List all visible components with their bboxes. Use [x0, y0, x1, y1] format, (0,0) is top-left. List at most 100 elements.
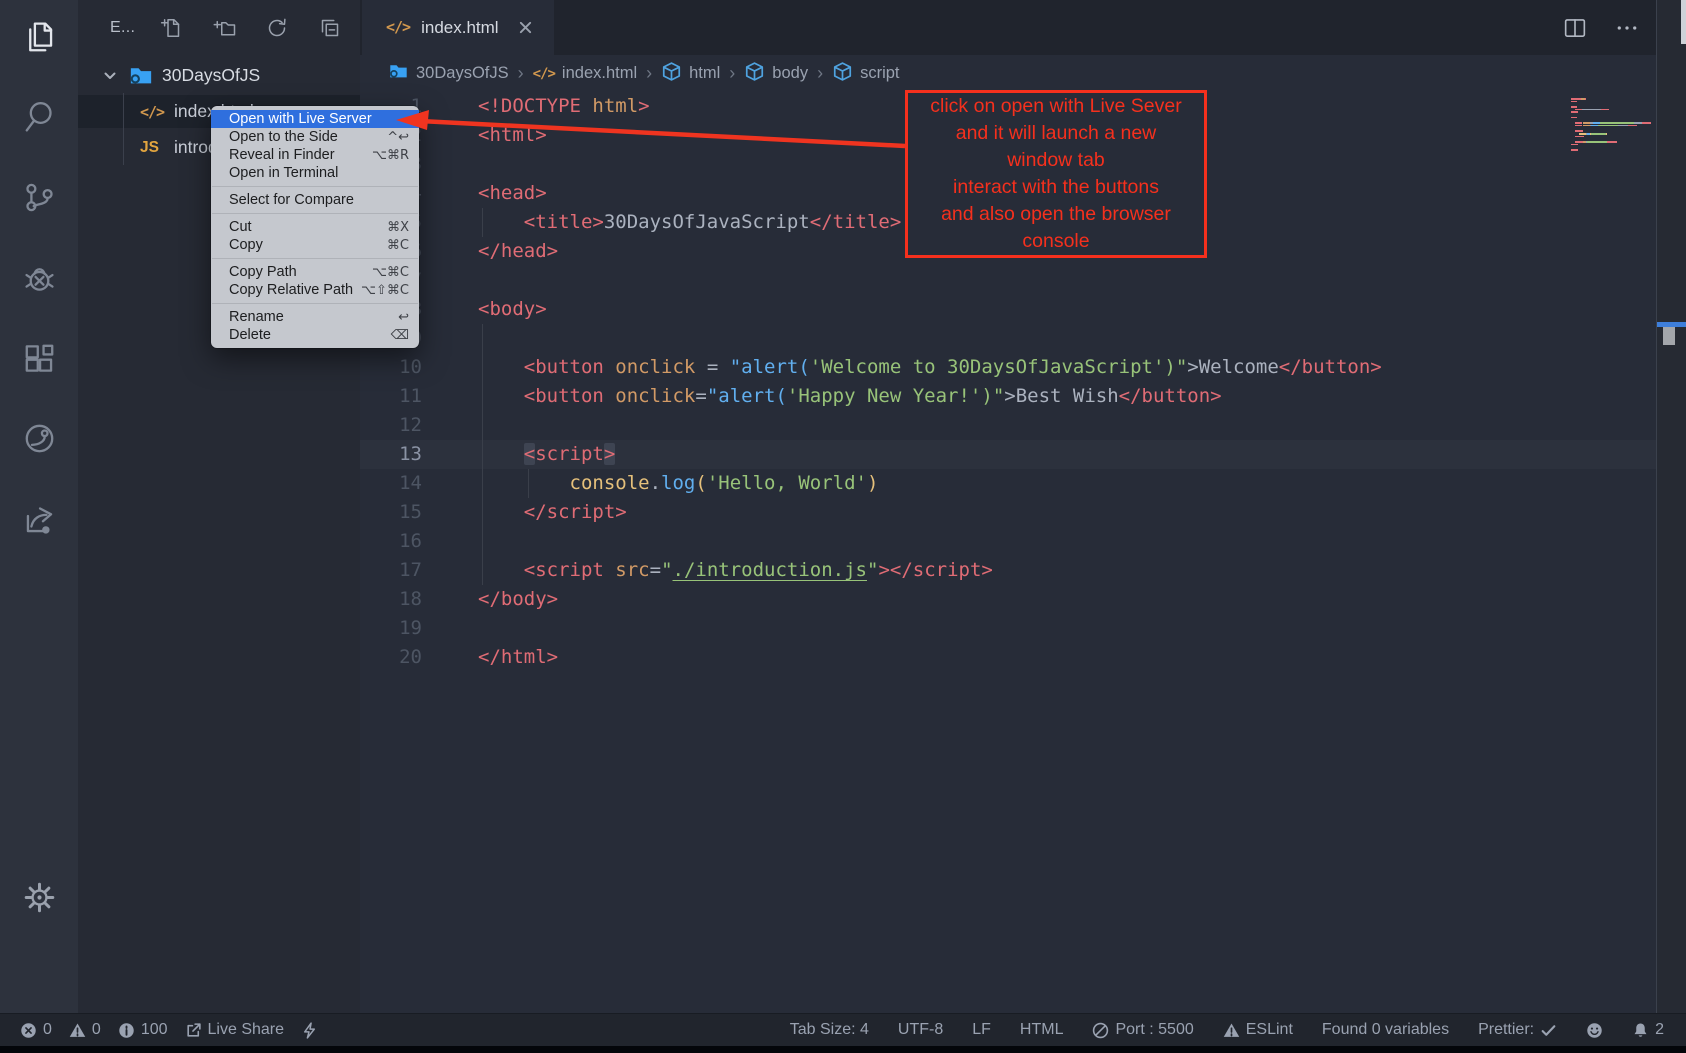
debug-icon [21, 260, 58, 302]
status-live-share[interactable]: Live Share [185, 1021, 285, 1039]
activity-bar [0, 0, 78, 1013]
code-line-20[interactable]: 20</html> [360, 643, 1656, 672]
code-line-13[interactable]: 13 <script> [360, 440, 1656, 469]
status-left: 0 0 100 Live Share [0, 1021, 318, 1039]
share-icon [21, 501, 58, 543]
html-file-icon: </> [386, 18, 410, 37]
breadcrumb-body[interactable]: body [744, 61, 808, 87]
status-errors[interactable]: 0 [20, 1021, 52, 1039]
status-tab-size[interactable]: Tab Size: 4 [790, 1021, 869, 1039]
status-warnings[interactable]: 0 [69, 1021, 101, 1039]
menu-item-copy-relative-path[interactable]: Copy Relative Path ⌥⇧⌘C [211, 281, 419, 299]
status-encoding[interactable]: UTF-8 [898, 1021, 943, 1039]
code-line-16[interactable]: 16 [360, 527, 1656, 556]
more-actions-icon[interactable] [1614, 15, 1640, 41]
gear-icon [21, 879, 58, 921]
search-icon [21, 98, 58, 140]
warning-icon [69, 1022, 86, 1039]
refresh-explorer-button[interactable] [265, 16, 289, 40]
menu-separator [212, 303, 418, 304]
code-line-11[interactable]: 11 <button onclick="alert('Happy New Yea… [360, 382, 1656, 411]
menu-item-reveal-in-finder[interactable]: Reveal in Finder ⌥⌘R [211, 146, 419, 164]
code-line-15[interactable]: 15 </script> [360, 498, 1656, 527]
activity-extensions[interactable] [0, 339, 78, 383]
code-line-19[interactable]: 19 [360, 614, 1656, 643]
activity-run-debug[interactable] [0, 259, 78, 303]
status-feedback[interactable] [1586, 1022, 1603, 1039]
menu-shortcut: ⌥⌘R [372, 148, 409, 163]
menu-item-copy-path[interactable]: Copy Path ⌥⌘C [211, 263, 419, 281]
activity-live-share[interactable] [0, 419, 78, 463]
annotation-text-line: and it will launch a new [908, 120, 1204, 147]
symbol-cube-icon [832, 61, 853, 87]
new-folder-button[interactable] [212, 16, 236, 40]
chevron-down-icon [102, 68, 118, 84]
window-bottom-edge [0, 1046, 1686, 1053]
breadcrumb-30DaysOfJS[interactable]: 30DaysOfJS [388, 61, 509, 87]
live-share-circle-icon [21, 420, 58, 462]
menu-item-delete[interactable]: Delete ⌫ [211, 326, 419, 344]
status-bolt[interactable] [301, 1022, 318, 1039]
status-eol[interactable]: LF [972, 1021, 991, 1039]
menu-item-select-for-compare[interactable]: Select for Compare [211, 191, 419, 209]
code-line-10[interactable]: 10 <button onclick = "alert('Welcome to … [360, 353, 1656, 382]
code-line-17[interactable]: 17 <script src="./introduction.js"></scr… [360, 556, 1656, 585]
activity-explorer[interactable] [0, 18, 78, 62]
menu-item-copy[interactable]: Copy ⌘C [211, 236, 419, 254]
status-port[interactable]: Port : 5500 [1092, 1021, 1193, 1039]
status-prettier[interactable]: Prettier: [1478, 1021, 1557, 1039]
menu-separator [212, 213, 418, 214]
breadcrumb-separator: › [817, 63, 823, 84]
annotation-text-line: and also open the browser [908, 201, 1204, 228]
context-menu: Open with Live Server Open to the Side ^… [211, 106, 419, 348]
tab-close-icon[interactable] [518, 20, 533, 35]
minimap[interactable] [1571, 98, 1656, 152]
annotation-box: click on open with Live Severand it will… [905, 90, 1207, 258]
code-line-9[interactable]: 9 [360, 324, 1656, 353]
menu-item-rename[interactable]: Rename ↩ [211, 308, 419, 326]
menu-shortcut: ⌫ [391, 328, 409, 343]
tab-label: index.html [421, 18, 498, 38]
activity-share[interactable] [0, 500, 78, 544]
status-language-mode[interactable]: HTML [1020, 1021, 1064, 1039]
folder-row-root[interactable]: 30DaysOfJS [78, 59, 360, 92]
activity-settings[interactable] [0, 878, 78, 922]
editor-actions [1562, 0, 1656, 55]
new-file-button[interactable] [159, 16, 183, 40]
files-icon [21, 19, 58, 61]
code-line-18[interactable]: 18</body> [360, 585, 1656, 614]
breadcrumb-index-html[interactable]: </>index.html [533, 64, 638, 83]
activity-search[interactable] [0, 97, 78, 141]
eslint-icon [1223, 1022, 1240, 1039]
status-notifications[interactable]: 2 [1632, 1021, 1664, 1039]
status-eslint[interactable]: ESLint [1223, 1021, 1293, 1039]
menu-item-open-to-the-side[interactable]: Open to the Side ^↩ [211, 128, 419, 146]
code-line-7[interactable]: 7 [360, 266, 1656, 295]
annotation-text-line: click on open with Live Sever [908, 93, 1204, 120]
split-editor-icon[interactable] [1562, 15, 1588, 41]
menu-item-open-in-terminal[interactable]: Open in Terminal [211, 164, 419, 182]
code-line-12[interactable]: 12 [360, 411, 1656, 440]
activity-source-control[interactable] [0, 178, 78, 222]
refresh-icon [265, 16, 289, 40]
breadcrumb-script[interactable]: script [832, 61, 899, 87]
breadcrumb-html[interactable]: html [661, 61, 720, 87]
menu-separator [212, 186, 418, 187]
status-info[interactable]: 100 [118, 1021, 168, 1039]
menu-item-open-with-live-server[interactable]: Open with Live Server [211, 110, 419, 128]
breadcrumb-separator: › [729, 63, 735, 84]
extensions-icon [21, 340, 58, 382]
code-tag-icon: </> [140, 103, 174, 121]
code-line-8[interactable]: 8<body> [360, 295, 1656, 324]
port-icon [1092, 1022, 1109, 1039]
status-variables[interactable]: Found 0 variables [1322, 1021, 1449, 1039]
collapse-folders-button[interactable] [318, 16, 342, 40]
info-icon [118, 1022, 135, 1039]
live-share-icon [185, 1022, 202, 1039]
menu-item-cut[interactable]: Cut ⌘X [211, 218, 419, 236]
status-right: Tab Size: 4 UTF-8 LF HTML Port : 5500 ES… [790, 1021, 1686, 1039]
tab-index-html[interactable]: </> index.html [362, 0, 554, 55]
tree-indent-guide [123, 93, 124, 165]
code-line-14[interactable]: 14 console.log('Hello, World') [360, 469, 1656, 498]
scrollbar-thumb[interactable] [1663, 327, 1675, 345]
